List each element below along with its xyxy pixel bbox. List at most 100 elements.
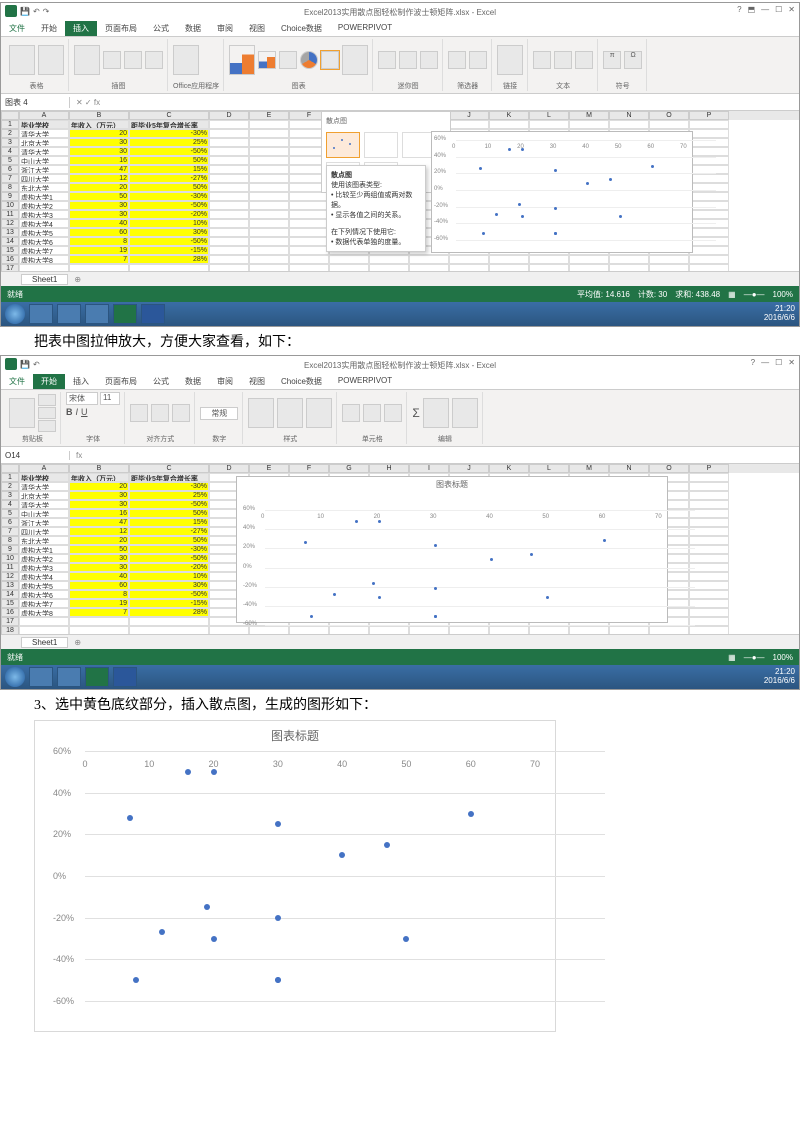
equation-icon[interactable]: π (603, 51, 621, 69)
tab-review[interactable]: 审阅 (209, 374, 241, 389)
autosum-icon[interactable]: Σ (412, 406, 419, 420)
format-cells-icon[interactable] (384, 404, 402, 422)
zoom-slider[interactable]: —●— (744, 653, 765, 662)
worksheet-area[interactable]: ABCDEFGHIJKLMNOP1毕业学校年收入（万元）距毕业5年复合增长率2清… (1, 111, 799, 271)
tab-choice[interactable]: Choice数据 (273, 21, 330, 36)
name-box[interactable]: 图表 4 (1, 97, 70, 108)
qat-save-icon[interactable]: 💾 (20, 7, 30, 16)
sheet-tab-1[interactable]: Sheet1 (21, 637, 68, 648)
taskbar-app-icon[interactable] (85, 304, 109, 324)
close-icon[interactable]: ✕ (788, 5, 795, 14)
minimize-icon[interactable]: — (761, 358, 769, 367)
copy-icon[interactable] (38, 407, 56, 419)
tab-insert[interactable]: 插入 (65, 21, 97, 36)
tab-formulas[interactable]: 公式 (145, 21, 177, 36)
conditional-format-icon[interactable] (248, 398, 274, 428)
table-icon[interactable] (38, 45, 64, 75)
tab-insert[interactable]: 插入 (65, 374, 97, 389)
worksheet-area[interactable]: ABCDEFGHIJKLMNOP1毕业学校年收入（万元）距毕业5年复合增长率2清… (1, 464, 799, 634)
font-size-select[interactable]: 11 (100, 392, 120, 405)
maximize-icon[interactable]: ☐ (775, 5, 782, 14)
qat-undo-icon[interactable]: ↶ (33, 360, 40, 369)
fx-icon[interactable]: fx (70, 451, 88, 460)
taskbar-app-icon[interactable] (57, 304, 81, 324)
close-icon[interactable]: ✕ (788, 358, 795, 367)
underline-icon[interactable]: U (81, 407, 88, 417)
recommended-charts-icon[interactable] (229, 45, 255, 75)
tab-layout[interactable]: 页面布局 (97, 21, 145, 36)
column-chart-icon[interactable] (258, 51, 276, 69)
explorer-icon[interactable] (29, 667, 53, 687)
tab-home[interactable]: 开始 (33, 21, 65, 36)
paste-icon[interactable] (9, 398, 35, 428)
taskbar-word-icon[interactable] (141, 304, 165, 324)
tab-view[interactable]: 视图 (241, 374, 273, 389)
system-clock[interactable]: 21:202016/6/6 (764, 668, 795, 686)
tab-data[interactable]: 数据 (177, 21, 209, 36)
taskbar-excel-icon[interactable] (85, 667, 109, 687)
tab-file[interactable]: 文件 (1, 374, 33, 389)
tab-data[interactable]: 数据 (177, 374, 209, 389)
shapes-icon[interactable] (103, 51, 121, 69)
taskbar-app-icon[interactable] (57, 667, 81, 687)
insert-cells-icon[interactable] (342, 404, 360, 422)
pivotchart-icon[interactable] (342, 45, 368, 75)
maximize-icon[interactable]: ☐ (775, 358, 782, 367)
sort-filter-icon[interactable] (423, 398, 449, 428)
screenshot-icon[interactable] (145, 51, 163, 69)
ribbon-toggle-icon[interactable]: ⬒ (748, 5, 756, 14)
view-normal-icon[interactable]: ▦ (728, 290, 736, 299)
tab-review[interactable]: 审阅 (209, 21, 241, 36)
view-normal-icon[interactable]: ▦ (728, 653, 736, 662)
tab-layout[interactable]: 页面布局 (97, 374, 145, 389)
add-sheet-icon[interactable]: ⊕ (68, 638, 87, 647)
cut-icon[interactable] (38, 394, 56, 406)
qat-redo-icon[interactable]: ↷ (43, 7, 50, 16)
minimize-icon[interactable]: — (761, 5, 769, 14)
fx-icon[interactable]: ✕ ✓ fx (70, 98, 106, 107)
header-footer-icon[interactable] (554, 51, 572, 69)
tab-file[interactable]: 文件 (1, 21, 33, 36)
sparkline-winloss-icon[interactable] (420, 51, 438, 69)
zoom-slider[interactable]: —●— (744, 290, 765, 299)
tab-choice[interactable]: Choice数据 (273, 374, 330, 389)
tab-formulas[interactable]: 公式 (145, 374, 177, 389)
sheet-tab-1[interactable]: Sheet1 (21, 274, 68, 285)
align-left-icon[interactable] (130, 404, 148, 422)
start-button[interactable] (5, 667, 25, 687)
font-name-select[interactable]: 宋体 (66, 392, 98, 405)
textbox-icon[interactable] (533, 51, 551, 69)
smartart-icon[interactable] (124, 51, 142, 69)
bold-icon[interactable]: B (66, 407, 73, 417)
office-apps-icon[interactable] (173, 45, 199, 75)
taskbar-excel-icon[interactable] (113, 304, 137, 324)
tab-home[interactable]: 开始 (33, 374, 65, 389)
pictures-icon[interactable] (74, 45, 100, 75)
sparkline-column-icon[interactable] (399, 51, 417, 69)
timeline-icon[interactable] (469, 51, 487, 69)
cell-styles-icon[interactable] (306, 398, 332, 428)
pie-chart-icon[interactable] (300, 51, 318, 69)
sparkline-line-icon[interactable] (378, 51, 396, 69)
scatter-chart-icon[interactable] (321, 51, 339, 69)
scatter-option-markers[interactable] (326, 132, 360, 158)
hyperlink-icon[interactable] (497, 45, 523, 75)
wordart-icon[interactable] (575, 51, 593, 69)
add-sheet-icon[interactable]: ⊕ (68, 275, 87, 284)
align-center-icon[interactable] (151, 404, 169, 422)
merge-icon[interactable] (172, 404, 190, 422)
embedded-chart[interactable]: -60%-40%-20%0%20%40%60%010203040506070 (431, 131, 693, 253)
pivottable-icon[interactable] (9, 45, 35, 75)
tab-powerpivot[interactable]: POWERPIVOT (330, 21, 400, 36)
italic-icon[interactable]: I (76, 407, 79, 417)
tab-powerpivot[interactable]: POWERPIVOT (330, 374, 400, 389)
scatter-option-smooth[interactable] (364, 132, 398, 158)
help-icon[interactable]: ? (751, 358, 755, 367)
slicer-icon[interactable] (448, 51, 466, 69)
format-painter-icon[interactable] (38, 420, 56, 432)
help-icon[interactable]: ? (737, 5, 741, 14)
qat-save-icon[interactable]: 💾 (20, 360, 30, 369)
find-select-icon[interactable] (452, 398, 478, 428)
symbol-icon[interactable]: Ω (624, 51, 642, 69)
number-format-select[interactable]: 常规 (200, 407, 238, 420)
